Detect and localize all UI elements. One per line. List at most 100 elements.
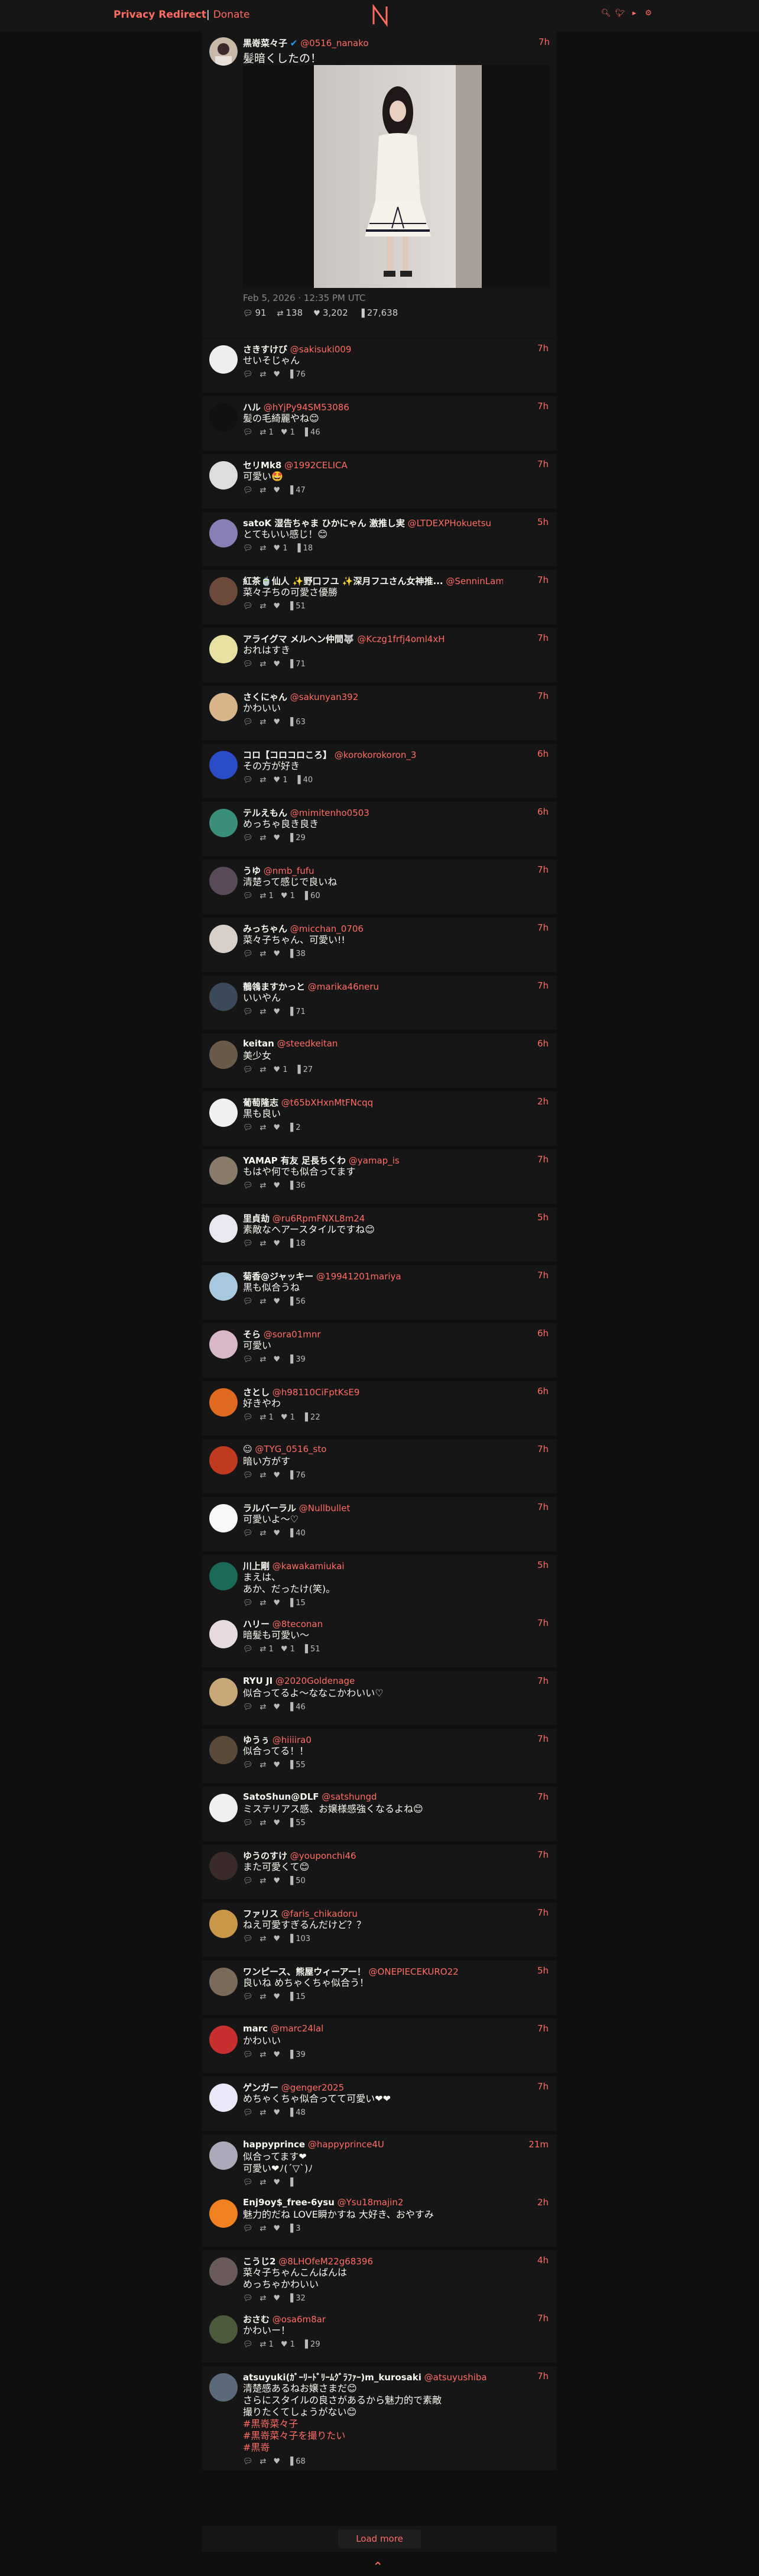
avatar[interactable] bbox=[209, 1852, 238, 1880]
view-stat[interactable]: ▐ 55 bbox=[287, 1761, 306, 1770]
view-stat[interactable]: ▐ 15 bbox=[287, 1992, 306, 2001]
username[interactable]: @Ysu18majin2 bbox=[338, 2197, 404, 2208]
reply-stat[interactable]: 💬︎ bbox=[243, 1181, 253, 1190]
view-stat[interactable]: ▐ 40 bbox=[295, 776, 313, 785]
search-icon[interactable]: 🔍︎ bbox=[601, 9, 611, 20]
username[interactable]: @sakisuki009 bbox=[290, 344, 352, 355]
retweet-stat[interactable]: ⇄ bbox=[260, 1471, 267, 1480]
tweet-date[interactable]: 7h bbox=[537, 1907, 549, 1918]
reply-stat[interactable]: 💬︎ bbox=[243, 2108, 253, 2117]
view-stat[interactable]: ▐ 71 bbox=[287, 660, 306, 669]
retweet-stat[interactable]: ⇄ 1 bbox=[260, 2340, 274, 2349]
retweet-stat[interactable]: ⇄ bbox=[260, 486, 267, 495]
avatar[interactable] bbox=[209, 37, 238, 66]
view-stat[interactable]: ▐ 48 bbox=[287, 2108, 306, 2117]
view-stat[interactable]: ▐ 51 bbox=[302, 1645, 320, 1654]
tweet-date[interactable]: 7h bbox=[537, 2023, 549, 2034]
avatar[interactable] bbox=[209, 1272, 238, 1301]
tweet-date[interactable]: 7h bbox=[537, 864, 549, 875]
retweet-stat[interactable]: ⇄ bbox=[260, 1761, 267, 1770]
view-stat[interactable]: ▐ 46 bbox=[287, 1703, 306, 1712]
donate-link[interactable]: Donate bbox=[213, 9, 250, 21]
username[interactable]: @ru6RpmFNXL8m24 bbox=[273, 1213, 365, 1224]
avatar[interactable] bbox=[209, 693, 238, 721]
fullname[interactable]: 里貞劫 bbox=[243, 1213, 270, 1224]
view-stat[interactable]: ▐ 27 bbox=[295, 1065, 313, 1074]
username[interactable]: @TYG_0516_sto bbox=[255, 1444, 326, 1454]
like-stat[interactable]: ♥ bbox=[273, 2108, 280, 2117]
retweet-stat[interactable]: ⇄ bbox=[260, 1123, 267, 1132]
fullname[interactable]: ハル bbox=[243, 402, 261, 413]
hashtag-link[interactable]: #黒嵜菜々子を撮りたい bbox=[243, 2430, 442, 2442]
fullname[interactable]: RYU JI bbox=[243, 1676, 273, 1686]
tweet-date[interactable]: 7h bbox=[537, 2371, 549, 2381]
username[interactable]: @micchan_0706 bbox=[290, 924, 364, 934]
fullname[interactable]: そら bbox=[243, 1329, 261, 1340]
fullname[interactable]: YAMAP 有友 足長ちくわ bbox=[243, 1155, 346, 1166]
retweet-stat[interactable]: ⇄ bbox=[260, 1819, 267, 1827]
avatar[interactable] bbox=[209, 1562, 238, 1590]
reply-stat[interactable]: 💬︎ 91 bbox=[243, 307, 267, 318]
fullname[interactable]: atsuyuki(ｶﾞｰﾘｰﾄﾞﾘｰﾑｸﾞﾗﾌｧｰ)m_kurosaki bbox=[243, 2372, 421, 2383]
retweet-stat[interactable]: ⇄ bbox=[260, 1935, 267, 1943]
retweet-stat[interactable]: ⇄ 1 bbox=[260, 892, 274, 900]
view-stat[interactable]: ▐ 103 bbox=[287, 1935, 310, 1943]
retweet-stat[interactable]: ⇄ bbox=[260, 370, 267, 379]
like-stat[interactable]: ♥ bbox=[273, 718, 280, 727]
reply-stat[interactable]: 💬︎ bbox=[243, 1007, 253, 1016]
avatar[interactable] bbox=[209, 925, 238, 953]
retweet-stat[interactable]: ⇄ bbox=[260, 1181, 267, 1190]
avatar[interactable] bbox=[209, 2084, 238, 2112]
username[interactable]: @marika46neru bbox=[308, 981, 379, 992]
avatar[interactable] bbox=[209, 1041, 238, 1069]
retweet-stat[interactable]: ⇄ bbox=[260, 2108, 267, 2117]
tweet-date[interactable]: 7h bbox=[537, 343, 549, 354]
like-stat[interactable]: ♥ bbox=[273, 1007, 280, 1016]
retweet-stat[interactable]: ⇄ bbox=[260, 602, 267, 611]
like-stat[interactable]: ♥ bbox=[273, 1761, 280, 1770]
avatar[interactable] bbox=[209, 577, 238, 605]
load-more-button[interactable]: Load more bbox=[338, 2529, 421, 2548]
like-stat[interactable]: ♥ bbox=[273, 2178, 280, 2187]
view-stat[interactable]: ▐ 76 bbox=[287, 1471, 306, 1480]
view-stat[interactable]: ▐ 51 bbox=[287, 602, 306, 611]
like-stat[interactable]: ♥ bbox=[273, 1355, 280, 1364]
reply-stat[interactable]: 💬︎ bbox=[243, 834, 253, 843]
tweet-date[interactable]: 7h bbox=[537, 922, 549, 933]
hashtag-link[interactable]: #黒嵜 bbox=[243, 2442, 442, 2454]
avatar[interactable] bbox=[209, 1214, 238, 1243]
fullname[interactable]: みっちゃん bbox=[243, 924, 287, 934]
retweet-stat[interactable]: ⇄ 1 bbox=[260, 1413, 274, 1422]
reply-stat[interactable]: 💬︎ bbox=[243, 1935, 253, 1943]
username[interactable]: @19941201mariya bbox=[316, 1271, 401, 1282]
like-stat[interactable]: ♥ 1 bbox=[281, 1413, 295, 1422]
view-stat[interactable]: ▐ 56 bbox=[287, 1297, 306, 1306]
tweet-date[interactable]: 2h bbox=[537, 1096, 549, 1107]
reply-stat[interactable]: 💬︎ bbox=[243, 1599, 253, 1608]
avatar[interactable] bbox=[209, 1156, 238, 1185]
like-stat[interactable]: ♥ bbox=[273, 1297, 280, 1306]
reply-stat[interactable]: 💬︎ bbox=[243, 1297, 253, 1306]
like-stat[interactable]: ♥ bbox=[273, 834, 280, 843]
username[interactable]: @atsuyushiba bbox=[424, 2372, 487, 2383]
fullname[interactable]: marc bbox=[243, 2023, 268, 2034]
fullname[interactable]: 川上剛 bbox=[243, 1561, 270, 1571]
view-stat[interactable]: ▐ 55 bbox=[287, 1819, 306, 1827]
back-to-top-icon[interactable]: ⌃ bbox=[372, 2560, 383, 2575]
fullname[interactable]: セリMk8 bbox=[243, 460, 281, 471]
avatar[interactable] bbox=[209, 2141, 238, 2170]
like-stat[interactable]: ♥ bbox=[273, 1181, 280, 1190]
retweet-stat[interactable]: ⇄ bbox=[260, 1355, 267, 1364]
reply-stat[interactable]: 💬︎ bbox=[243, 1471, 253, 1480]
nitter-logo-icon[interactable] bbox=[371, 3, 389, 28]
like-stat[interactable]: ♥ bbox=[273, 2457, 280, 2466]
username[interactable]: @1992CELICA bbox=[284, 460, 348, 471]
avatar[interactable] bbox=[209, 1620, 238, 1648]
like-stat[interactable]: ♥ 1 bbox=[281, 1645, 295, 1654]
tweet-published[interactable]: Feb 5, 2026 · 12:35 PM UTC bbox=[243, 293, 365, 303]
tweet-date[interactable]: 5h bbox=[537, 1965, 549, 1976]
username[interactable]: @korokorokoron_3 bbox=[335, 750, 417, 760]
view-stat[interactable]: ▐ bbox=[287, 2178, 293, 2187]
fullname[interactable]: 鶺鴒ますかっと bbox=[243, 981, 305, 992]
reply-stat[interactable]: 💬︎ bbox=[243, 2224, 253, 2233]
